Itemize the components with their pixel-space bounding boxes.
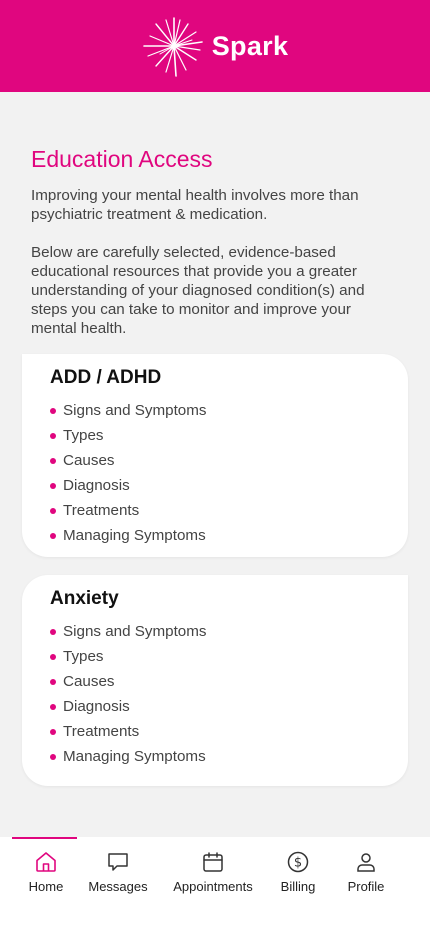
topic-link-treatments[interactable]: Treatments bbox=[50, 719, 207, 744]
description-paragraph: Below are carefully selected, evidence-b… bbox=[31, 244, 365, 337]
bullet-icon bbox=[50, 753, 56, 760]
intro-paragraph: Improving your mental health involves mo… bbox=[31, 187, 359, 223]
tab-home[interactable]: Home bbox=[12, 837, 80, 897]
bullet-icon bbox=[50, 457, 56, 464]
tab-messages[interactable]: Messages bbox=[84, 837, 152, 897]
bullet-icon bbox=[50, 628, 56, 635]
bullet-icon bbox=[50, 482, 56, 489]
topic-label: Diagnosis bbox=[63, 698, 130, 715]
topic-link-types[interactable]: Types bbox=[50, 423, 207, 448]
topic-link-treatments[interactable]: Treatments bbox=[50, 498, 207, 523]
topic-link-causes[interactable]: Causes bbox=[50, 669, 207, 694]
tab-label: Home bbox=[28, 879, 64, 894]
person-icon bbox=[357, 853, 375, 872]
bullet-icon bbox=[50, 532, 56, 539]
topic-label: Treatments bbox=[63, 723, 140, 740]
topic-label: Signs and Symptoms bbox=[63, 402, 207, 419]
bullet-icon bbox=[50, 407, 56, 414]
topic-label: Diagnosis bbox=[63, 477, 130, 494]
bullet-icon bbox=[50, 728, 56, 735]
tab-label: Billing bbox=[280, 879, 316, 894]
page-title: Education Access bbox=[31, 146, 213, 172]
starburst-logo-icon bbox=[142, 17, 203, 77]
brand-logo[interactable]: Spark bbox=[142, 14, 289, 78]
topic-link-managing-symptoms[interactable]: Managing Symptoms bbox=[50, 523, 207, 548]
tab-appointments[interactable]: Appointments bbox=[168, 837, 258, 897]
brand-name: Spark bbox=[211, 30, 289, 61]
bullet-icon bbox=[50, 432, 56, 439]
topic-label: Signs and Symptoms bbox=[63, 623, 207, 640]
topic-card-anxiety: Anxiety Signs and Symptoms Types Causes … bbox=[22, 575, 408, 786]
bullet-icon bbox=[50, 507, 56, 514]
svg-text:$: $ bbox=[294, 856, 302, 871]
topic-card-adhd: ADD / ADHD Signs and Symptoms Types Caus… bbox=[22, 354, 408, 557]
topic-link-managing-symptoms[interactable]: Managing Symptoms bbox=[50, 744, 207, 769]
dollar-circle-icon: $ bbox=[287, 851, 309, 873]
bottom-tab-bar: Home Messages Appointments $ Billing Pro… bbox=[0, 837, 430, 932]
app-header: Spark bbox=[0, 0, 430, 92]
bullet-icon bbox=[50, 703, 56, 710]
topic-link-causes[interactable]: Causes bbox=[50, 448, 207, 473]
topic-label: Managing Symptoms bbox=[63, 527, 206, 544]
topic-link-diagnosis[interactable]: Diagnosis bbox=[50, 694, 207, 719]
topic-link-signs-and-symptoms[interactable]: Signs and Symptoms bbox=[50, 619, 207, 644]
calendar-icon bbox=[203, 852, 223, 872]
tab-label: Profile bbox=[347, 879, 385, 894]
topic-label: Types bbox=[63, 648, 104, 665]
tab-label: Messages bbox=[88, 879, 148, 894]
card-title: Anxiety bbox=[50, 588, 119, 609]
topic-label: Managing Symptoms bbox=[63, 748, 206, 765]
topic-label: Types bbox=[63, 427, 104, 444]
topic-label: Causes bbox=[63, 452, 115, 469]
topic-list: Signs and Symptoms Types Causes Diagnosi… bbox=[50, 619, 207, 769]
tab-profile[interactable]: Profile bbox=[338, 837, 394, 897]
tab-billing[interactable]: $ Billing bbox=[270, 837, 326, 897]
chat-bubble-icon bbox=[108, 853, 128, 871]
topic-link-diagnosis[interactable]: Diagnosis bbox=[50, 473, 207, 498]
home-icon bbox=[36, 852, 56, 872]
card-title: ADD / ADHD bbox=[50, 367, 162, 388]
tab-label: Appointments bbox=[173, 879, 253, 894]
topic-label: Treatments bbox=[63, 502, 140, 519]
topic-link-types[interactable]: Types bbox=[50, 644, 207, 669]
bullet-icon bbox=[50, 678, 56, 685]
bullet-icon bbox=[50, 653, 56, 660]
topic-list: Signs and Symptoms Types Causes Diagnosi… bbox=[50, 398, 207, 548]
topic-label: Causes bbox=[63, 673, 115, 690]
topic-link-signs-and-symptoms[interactable]: Signs and Symptoms bbox=[50, 398, 207, 423]
